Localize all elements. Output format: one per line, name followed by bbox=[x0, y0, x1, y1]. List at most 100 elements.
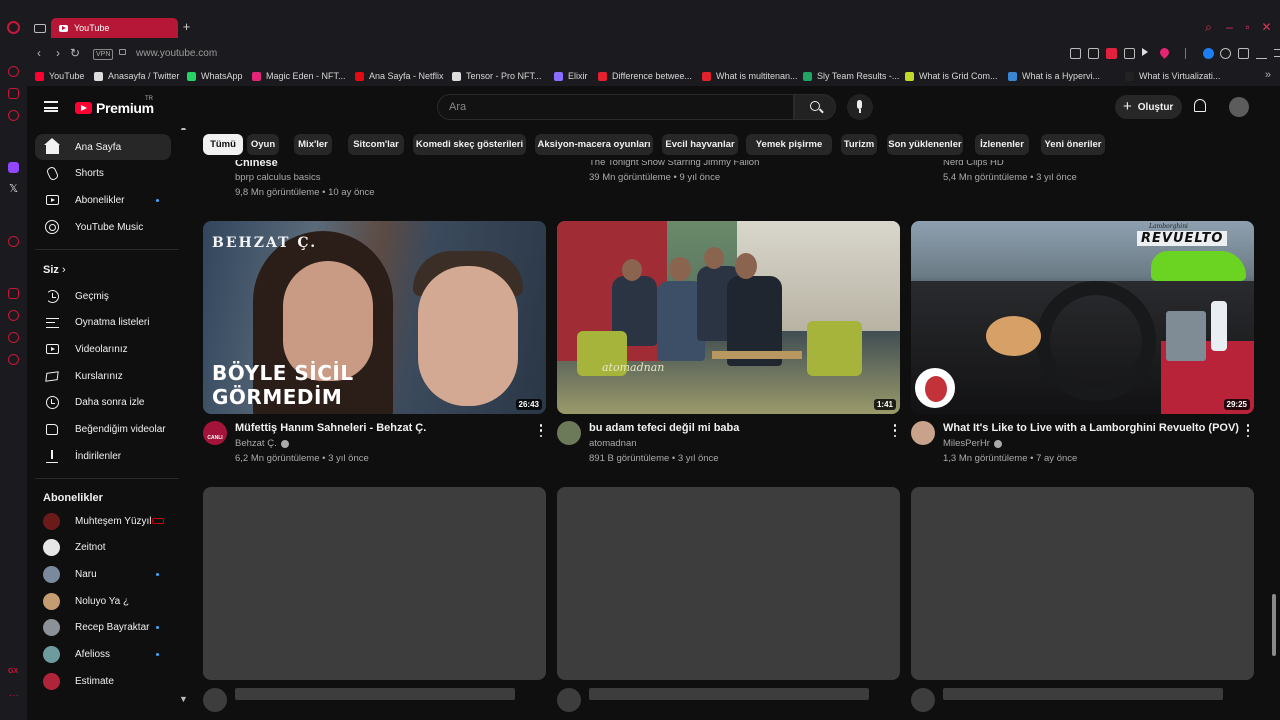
bookmark-item[interactable]: What is Grid Com... bbox=[905, 71, 998, 81]
lock-icon[interactable] bbox=[119, 49, 126, 55]
bookmark-item[interactable]: What is Virtualizati... bbox=[1125, 71, 1220, 81]
rail-history-icon[interactable] bbox=[8, 310, 19, 321]
sidebar-item[interactable]: Noluyo Ya ¿ bbox=[35, 588, 171, 614]
search-button[interactable] bbox=[794, 94, 836, 120]
bookmark-item[interactable]: YouTube bbox=[35, 71, 84, 81]
sidebar-item[interactable]: Abonelikler bbox=[35, 187, 171, 213]
prev-video-channel[interactable]: The Tonight Show Starring Jimmy Fallon bbox=[589, 160, 759, 168]
rail-pinboard-icon[interactable] bbox=[8, 110, 19, 121]
url-field[interactable]: www.youtube.com bbox=[136, 48, 217, 59]
rail-extensions-icon[interactable] bbox=[8, 332, 19, 343]
channel-avatar[interactable] bbox=[557, 421, 581, 445]
channel-avatar[interactable] bbox=[911, 421, 935, 445]
prev-video-title[interactable]: Chinese bbox=[235, 160, 278, 169]
chip-8[interactable]: Turizm bbox=[841, 134, 877, 155]
rail-gx-icon[interactable]: GX bbox=[8, 668, 18, 675]
chip-7[interactable]: Yemek pişirme bbox=[746, 134, 832, 155]
video-channel[interactable]: Behzat Ç. bbox=[235, 438, 289, 449]
restore-icon[interactable]: ▫ bbox=[1242, 21, 1253, 33]
sidebar-item[interactable]: Videolarınız bbox=[35, 336, 171, 362]
video-title[interactable]: Müfettiş Hanım Sahneleri - Behzat Ç. bbox=[235, 422, 426, 434]
screenshot-icon[interactable] bbox=[1088, 48, 1099, 59]
sidebar-item[interactable]: Beğendiğim videolar bbox=[35, 417, 171, 443]
bookmark-item[interactable]: Anasayfa / Twitter bbox=[94, 71, 179, 81]
heart-icon[interactable] bbox=[1158, 46, 1171, 59]
video-title[interactable]: bu adam tefeci değil mi baba bbox=[589, 422, 739, 434]
sidebar-item[interactable]: Shorts bbox=[35, 161, 171, 187]
prev-video-channel[interactable]: Nerd Clips HD bbox=[943, 160, 1004, 168]
minimize-icon[interactable]: – bbox=[1224, 21, 1235, 33]
vpn-badge[interactable]: VPN bbox=[93, 49, 114, 60]
extension-blue-icon[interactable] bbox=[1203, 48, 1214, 59]
video-title[interactable]: What It's Like to Live with a Lamborghin… bbox=[943, 422, 1239, 434]
opera-logo-icon[interactable] bbox=[7, 21, 20, 34]
rail-player-icon[interactable] bbox=[8, 236, 19, 247]
more-actions-icon[interactable] bbox=[539, 424, 543, 437]
chip-11[interactable]: Yeni öneriler bbox=[1041, 134, 1105, 155]
guide-menu-icon[interactable] bbox=[44, 101, 58, 112]
bookmark-item[interactable]: Sly Team Results -... bbox=[803, 71, 899, 81]
new-tab-button[interactable]: + bbox=[180, 20, 193, 34]
audio-icon[interactable] bbox=[1185, 48, 1189, 59]
sidebar-item[interactable]: YouTube Music bbox=[35, 214, 171, 240]
bookmark-item[interactable]: Ana Sayfa - Netflix bbox=[355, 71, 444, 81]
you-section-header[interactable]: Siz › bbox=[43, 264, 66, 276]
player-icon[interactable] bbox=[1142, 48, 1148, 56]
sidebar-scroll-down-icon[interactable]: ▼ bbox=[179, 694, 188, 704]
sidebar-scroll-up-icon[interactable]: ▲ bbox=[179, 128, 188, 132]
chip-9[interactable]: Son yüklenenler bbox=[887, 134, 963, 155]
bookmarks-overflow-icon[interactable]: » bbox=[1265, 69, 1271, 81]
account-avatar[interactable] bbox=[1229, 97, 1249, 117]
extension-shield-icon[interactable] bbox=[1220, 48, 1231, 59]
voice-search-icon[interactable] bbox=[847, 94, 873, 120]
reload-icon[interactable]: ↻ bbox=[69, 47, 81, 60]
channel-avatar[interactable]: CANLI bbox=[203, 421, 227, 445]
chip-10[interactable]: İzlenenler bbox=[975, 134, 1029, 155]
video-channel[interactable]: atomadnan bbox=[589, 438, 637, 449]
bookmark-item[interactable]: Magic Eden - NFT... bbox=[252, 71, 346, 81]
more-actions-icon[interactable] bbox=[893, 424, 897, 437]
bookmark-item[interactable]: WhatsApp bbox=[187, 71, 243, 81]
easy-setup-icon[interactable] bbox=[1274, 49, 1280, 57]
youtube-premium-logo[interactable]: Premium TR bbox=[75, 96, 154, 116]
rail-more-icon[interactable]: ··· bbox=[9, 690, 19, 701]
download-icon[interactable] bbox=[1256, 48, 1267, 59]
chip-1[interactable]: Oyun bbox=[247, 134, 279, 155]
sidebar-item[interactable]: Kurslarınız bbox=[35, 363, 171, 389]
forward-icon[interactable]: › bbox=[52, 47, 64, 60]
search-tabs-icon[interactable]: ⌕ bbox=[1203, 21, 1214, 33]
sidebar-item[interactable]: Ana Sayfa bbox=[35, 134, 171, 160]
video-thumbnail[interactable]: Lamborghini REVUELTO 29:25 bbox=[911, 221, 1254, 414]
sidebar-item[interactable]: Naru bbox=[35, 561, 171, 587]
sidebar-item[interactable]: Recep Bayraktar bbox=[35, 615, 171, 641]
tab-overview-icon[interactable] bbox=[34, 24, 46, 33]
sidebar-item[interactable]: Daha sonra izle bbox=[35, 390, 171, 416]
prev-video-channel[interactable]: bprp calculus basics bbox=[235, 172, 321, 183]
chip-3[interactable]: Sitcom'lar bbox=[348, 134, 404, 155]
bookmark-item[interactable]: What is multitenan... bbox=[702, 71, 798, 81]
tab-youtube[interactable]: YouTube bbox=[51, 18, 178, 38]
notifications-bell-icon[interactable] bbox=[1194, 99, 1206, 112]
page-scrollbar[interactable] bbox=[1272, 594, 1276, 656]
sidebar-item[interactable]: Geçmiş bbox=[35, 283, 171, 309]
bookmark-item[interactable]: Tensor - Pro NFT... bbox=[452, 71, 542, 81]
bookmark-icon[interactable] bbox=[1070, 48, 1081, 59]
sidebar-item[interactable]: Muhteşem Yüzyıl bbox=[35, 508, 171, 534]
video-thumbnail[interactable]: atomadnan 1:41 bbox=[557, 221, 900, 414]
rail-bag-icon[interactable] bbox=[8, 88, 19, 99]
extensions-icon[interactable] bbox=[1238, 48, 1249, 59]
sidebar-item[interactable]: Oynatma listeleri bbox=[35, 310, 171, 336]
create-button[interactable]: + Oluştur bbox=[1115, 95, 1182, 119]
sidebar-item[interactable]: Afelioss bbox=[35, 642, 171, 668]
close-window-icon[interactable]: ✕ bbox=[1261, 21, 1272, 33]
bookmark-item[interactable]: Elixir bbox=[554, 71, 588, 81]
bookmark-item[interactable]: What is a Hypervi... bbox=[1008, 71, 1100, 81]
rail-twitch-icon[interactable] bbox=[8, 162, 19, 173]
search-input[interactable]: Ara bbox=[437, 94, 794, 120]
rail-x-icon[interactable]: 𝕏 bbox=[8, 184, 19, 195]
rail-box-icon[interactable] bbox=[8, 288, 19, 299]
chip-2[interactable]: Mix'ler bbox=[294, 134, 332, 155]
video-thumbnail[interactable]: BEHZAT Ç. BÖYLE SİCİL GÖRMEDİM 26:43 bbox=[203, 221, 546, 414]
rail-speed-dial-icon[interactable] bbox=[8, 66, 19, 77]
rail-settings-icon[interactable] bbox=[8, 354, 19, 365]
